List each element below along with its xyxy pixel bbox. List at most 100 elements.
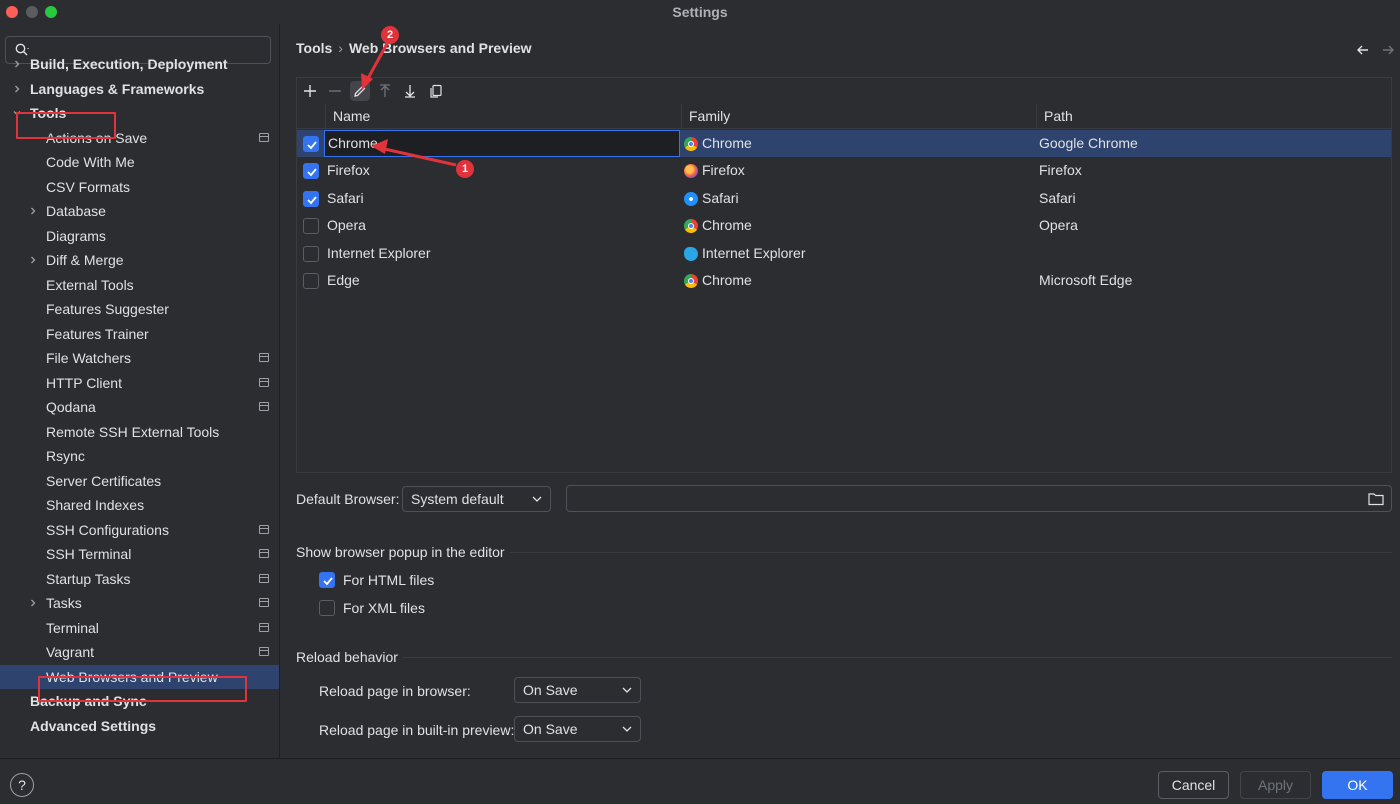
xml-files-checkbox[interactable]	[319, 600, 335, 616]
sidebar-item[interactable]: Code With Me	[0, 150, 279, 175]
sidebar-item[interactable]: Diagrams	[0, 224, 279, 249]
chevron-right-icon[interactable]	[27, 205, 39, 217]
sidebar-item[interactable]: Backup and Sync	[0, 689, 279, 714]
browser-active-checkbox[interactable]	[303, 190, 319, 207]
table-row[interactable]: Opera Chrome Opera	[297, 212, 1391, 239]
sidebar-item[interactable]: HTTP Client	[0, 371, 279, 396]
html-files-checkbox[interactable]	[319, 572, 335, 588]
sidebar-item[interactable]: Remote SSH External Tools	[0, 420, 279, 445]
sidebar-item[interactable]: CSV Formats	[0, 175, 279, 200]
move-up-button[interactable]	[375, 81, 395, 101]
table-row[interactable]: Safari Safari Safari	[297, 185, 1391, 212]
chevron-down-icon	[622, 726, 632, 732]
browser-name-cell: Internet Explorer	[327, 244, 431, 261]
chrome-icon	[684, 274, 698, 288]
sidebar-item[interactable]: Actions on Save	[0, 126, 279, 151]
sidebar-item[interactable]: Features Suggester	[0, 297, 279, 322]
cancel-button[interactable]: Cancel	[1158, 771, 1229, 799]
move-down-icon	[405, 85, 415, 98]
table-row[interactable]: Internet Explorer Internet Explorer	[297, 240, 1391, 267]
sidebar-item[interactable]: SSH Configurations	[0, 518, 279, 543]
chevron-right-icon[interactable]	[11, 58, 23, 70]
sidebar-item[interactable]: Build, Execution, Deployment	[0, 52, 279, 77]
sidebar-item-label: External Tools	[46, 276, 134, 293]
browsers-table: Name Family Path Chrome Chrome Google Chro…	[296, 77, 1392, 473]
table-row[interactable]: Chrome Chrome Google Chrome	[297, 130, 1391, 158]
breadcrumb-parent[interactable]: Tools	[296, 40, 332, 56]
column-header-name[interactable]: Name	[325, 104, 681, 129]
sidebar-item-label: Diff & Merge	[46, 252, 124, 268]
edit-button[interactable]	[350, 81, 370, 101]
sidebar-item[interactable]: SSH Terminal	[0, 542, 279, 567]
reload-preview-dropdown[interactable]: On Save	[514, 716, 641, 742]
add-button[interactable]	[300, 81, 320, 101]
browser-active-checkbox[interactable]	[303, 273, 319, 289]
sidebar-item[interactable]: Web Browsers and Preview	[0, 664, 279, 689]
sidebar-item-label: SSH Configurations	[46, 521, 169, 538]
sidebar-item[interactable]: External Tools	[0, 273, 279, 298]
sidebar-item-label: Diagrams	[46, 227, 106, 244]
check-icon	[307, 141, 317, 150]
sidebar-item[interactable]: Languages & Frameworks	[0, 77, 279, 102]
ok-button[interactable]: OK	[1322, 771, 1393, 799]
sidebar-item-label: HTTP Client	[46, 374, 122, 391]
sidebar-item-label: CSV Formats	[46, 178, 131, 195]
sidebar-item[interactable]: Tools	[0, 101, 279, 126]
sidebar-item-label: SSH Terminal	[46, 546, 132, 562]
chevron-right-icon[interactable]	[27, 597, 39, 609]
browser-path-field[interactable]	[566, 485, 1392, 512]
sidebar-item[interactable]: Vagrant	[0, 640, 279, 665]
breadcrumb-current: Web Browsers and Preview	[348, 40, 532, 56]
sidebar-item[interactable]: Advanced Settings	[0, 714, 279, 739]
default-browser-dropdown[interactable]: System default	[402, 486, 551, 512]
sidebar-item[interactable]: Qodana	[0, 395, 279, 420]
annotation-badge-1: 1	[456, 160, 474, 178]
browser-active-checkbox[interactable]	[303, 245, 319, 262]
sidebar-item-label: Features Trainer	[46, 325, 149, 342]
sidebar-item-label: Remote SSH External Tools	[46, 423, 220, 440]
copy-button[interactable]	[426, 81, 446, 101]
sidebar-item[interactable]: Diff & Merge	[0, 248, 279, 273]
table-row[interactable]: Edge Chrome Microsoft Edge	[297, 267, 1391, 294]
remove-button[interactable]	[325, 81, 345, 101]
back-arrow-icon[interactable]	[1355, 42, 1371, 58]
section-separator	[402, 657, 1392, 658]
help-button[interactable]: ?	[10, 773, 34, 797]
sidebar-item[interactable]: Database	[0, 199, 279, 224]
column-header-path[interactable]: Path	[1036, 104, 1391, 129]
chevron-down-icon[interactable]	[11, 107, 23, 119]
sidebar-item[interactable]: Startup Tasks	[0, 567, 279, 592]
chevron-right-icon[interactable]	[11, 83, 23, 95]
reload-browser-dropdown[interactable]: On Save	[514, 677, 641, 703]
browser-family-cell: Firefox	[702, 162, 745, 179]
browser-name-edit-field[interactable]: Chrome	[324, 130, 680, 157]
project-level-icon	[259, 647, 269, 656]
check-icon	[307, 196, 317, 205]
folder-icon[interactable]	[1368, 492, 1384, 506]
sidebar-item[interactable]: File Watchers	[0, 346, 279, 371]
browser-active-checkbox[interactable]	[303, 163, 319, 180]
browser-name-cell: Edge	[327, 272, 360, 288]
breadcrumb-separator: ›	[338, 40, 343, 56]
sidebar-item[interactable]: Server Certificates	[0, 469, 279, 494]
sidebar-item[interactable]: Features Trainer	[0, 322, 279, 347]
browser-active-checkbox[interactable]	[303, 218, 319, 235]
chevron-right-icon[interactable]	[27, 254, 39, 266]
browser-family-cell: Chrome	[702, 217, 752, 234]
project-level-icon	[259, 549, 269, 558]
popup-section-title: Show browser popup in the editor	[296, 544, 505, 560]
move-down-button[interactable]	[400, 81, 420, 101]
forward-arrow-icon[interactable]	[1380, 42, 1396, 58]
sidebar-item-label: Actions on Save	[46, 129, 148, 146]
apply-button[interactable]: Apply	[1240, 771, 1311, 799]
sidebar-item[interactable]: Shared Indexes	[0, 493, 279, 518]
check-icon	[323, 577, 333, 586]
browser-active-checkbox[interactable]	[303, 136, 319, 152]
sidebar-item-label: Features Suggester	[46, 301, 169, 317]
sidebar-item[interactable]: Rsync	[0, 444, 279, 469]
chrome-icon-center	[688, 141, 694, 147]
reload-preview-label: Reload page in built-in preview:	[319, 722, 515, 738]
column-header-family[interactable]: Family	[681, 104, 1036, 129]
sidebar-item[interactable]: Terminal	[0, 616, 279, 641]
sidebar-item[interactable]: Tasks	[0, 591, 279, 616]
